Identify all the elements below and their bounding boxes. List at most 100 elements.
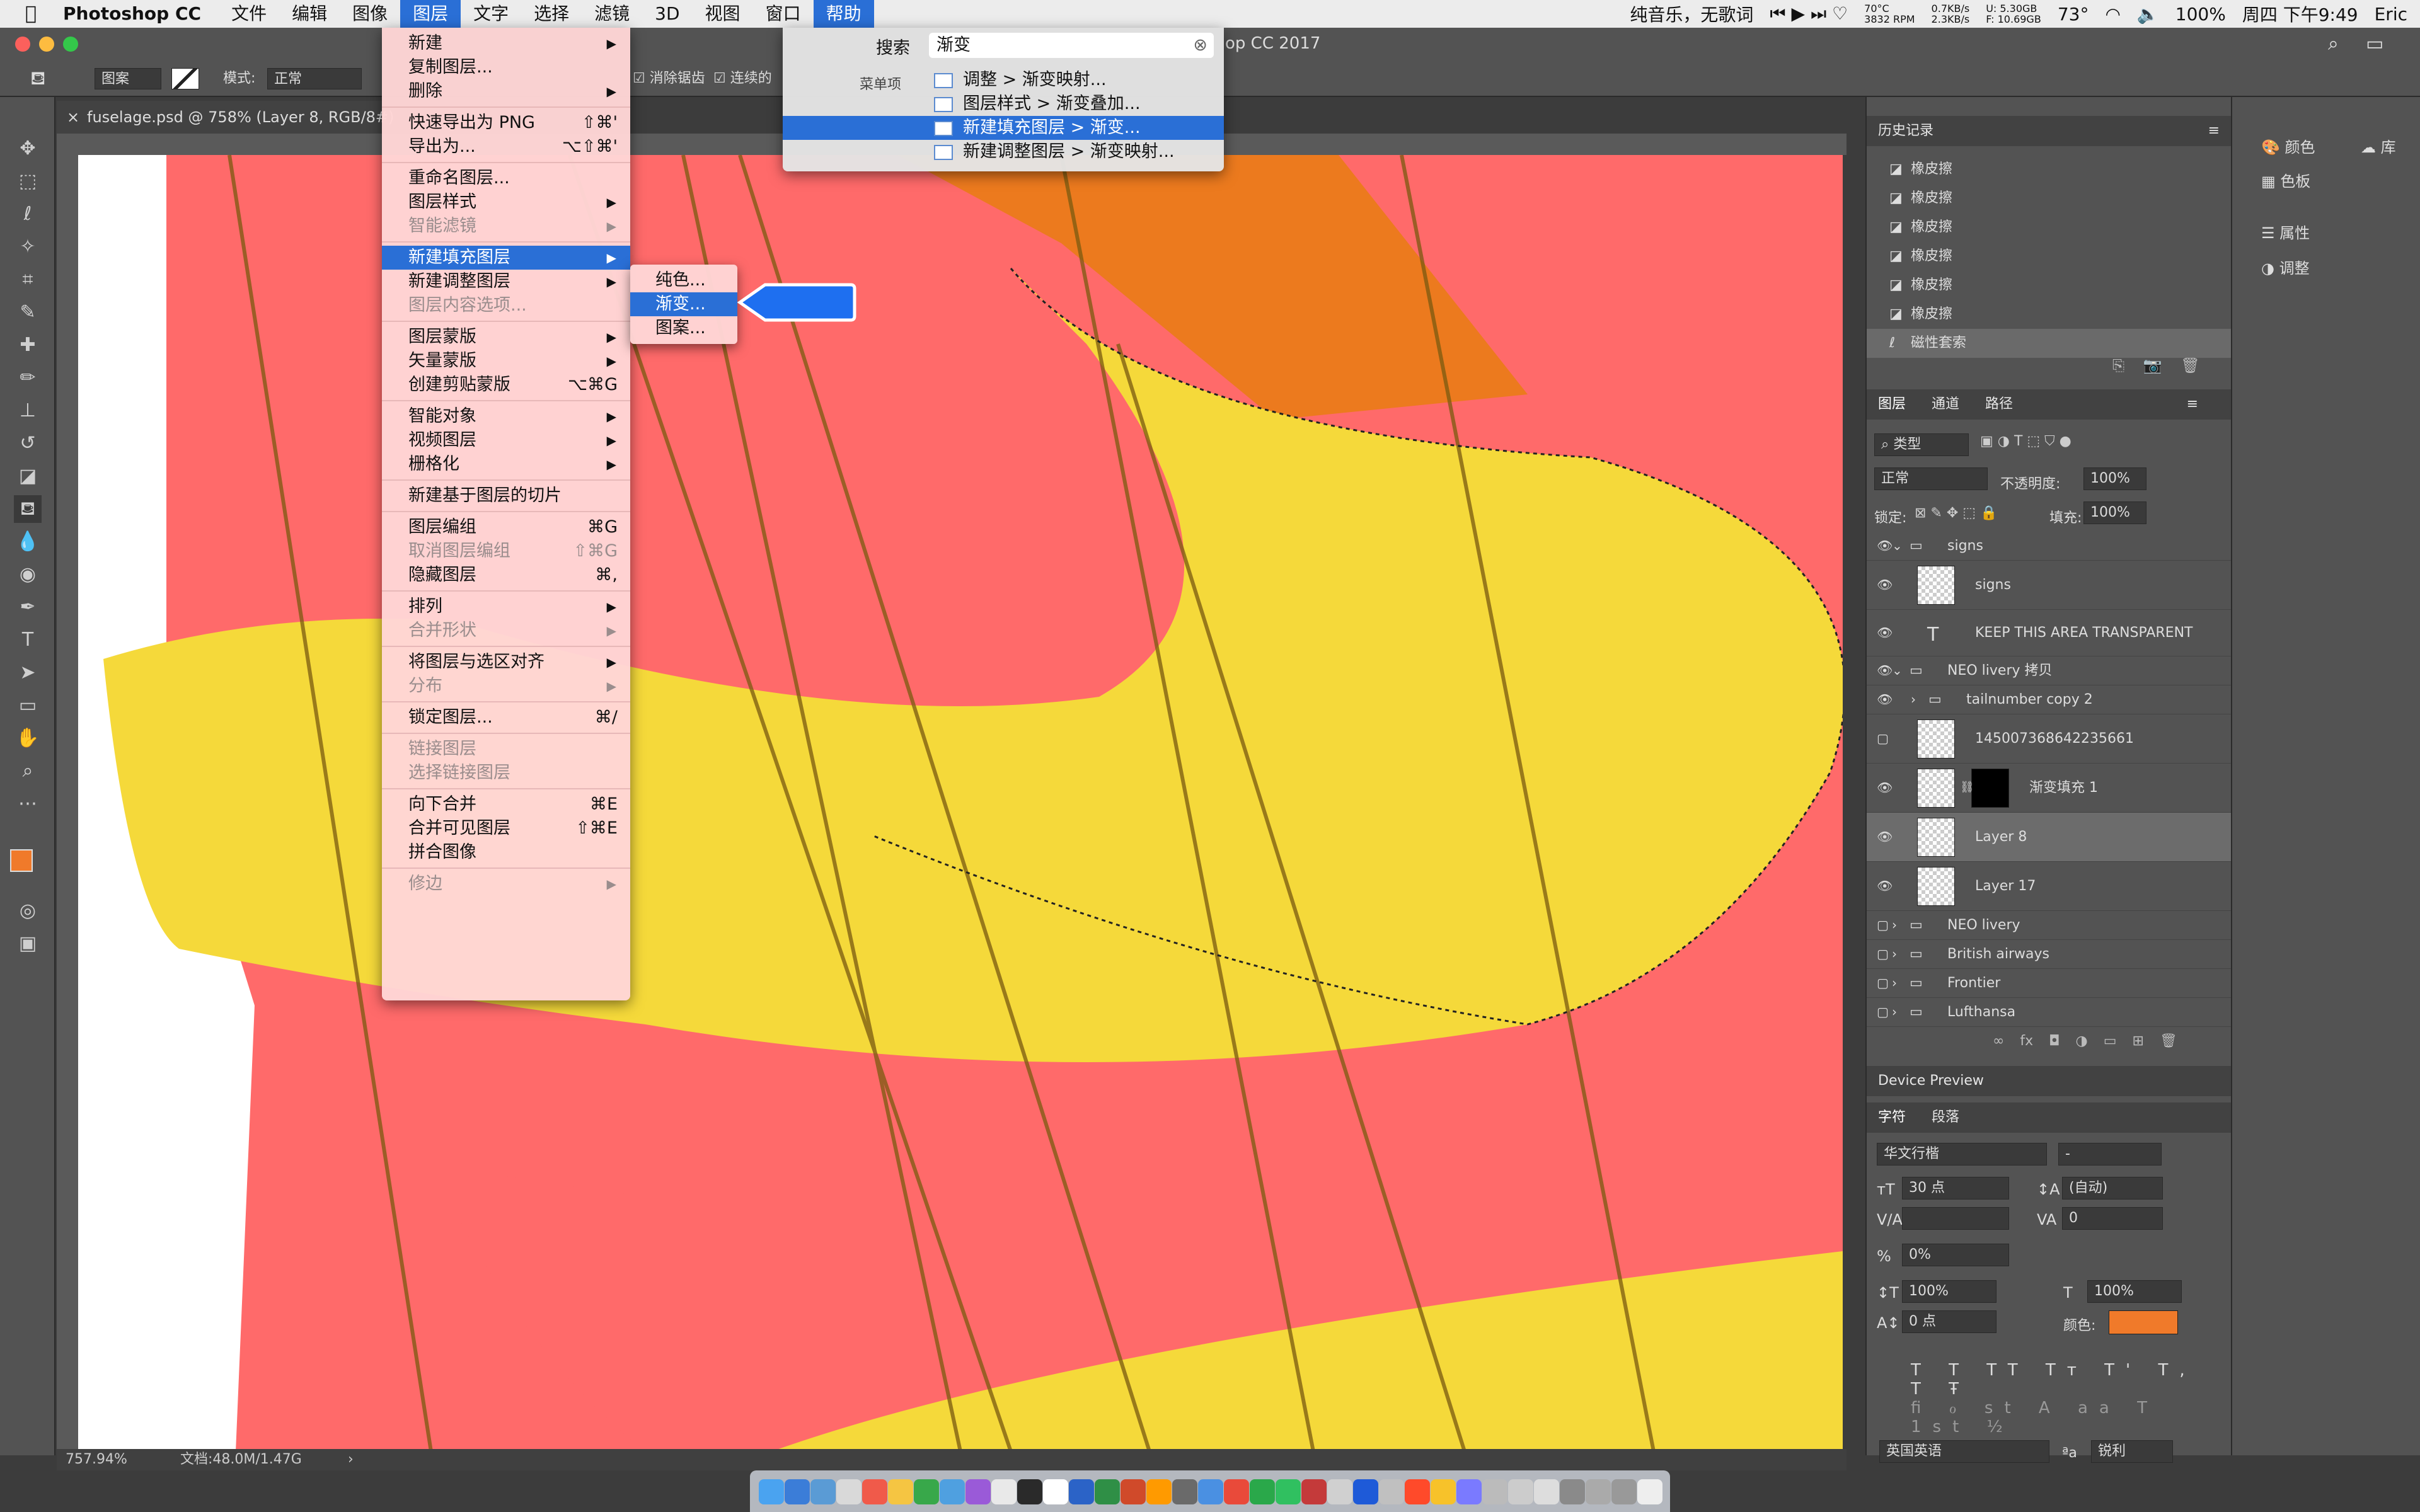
layer-menu-item[interactable]: 新建基于图层的切片 bbox=[382, 484, 630, 508]
zoom-tool-icon[interactable]: ⌕ bbox=[14, 757, 42, 785]
menu-file[interactable]: 文件 bbox=[219, 0, 279, 28]
eyedropper-icon[interactable]: ✎ bbox=[14, 299, 42, 326]
history-item[interactable]: ◪ 橡皮擦 bbox=[1867, 184, 2232, 213]
history-item[interactable]: ◪ 橡皮擦 bbox=[1867, 155, 2232, 184]
add-mask-icon[interactable]: ◘ bbox=[2049, 1033, 2060, 1049]
help-result-item[interactable]: 新建填充图层 > 渐变... bbox=[783, 116, 1224, 140]
dock-app-icon[interactable] bbox=[1586, 1479, 1611, 1504]
layer-menu-item[interactable]: 快速导出为 PNG ⇧⌘' bbox=[382, 111, 630, 135]
help-result-item[interactable]: 图层样式 > 渐变叠加... bbox=[783, 92, 1224, 116]
document-canvas[interactable] bbox=[78, 155, 1843, 1452]
paint-bucket-tool-icon[interactable]: ⛾ bbox=[14, 495, 42, 523]
media-controls[interactable]: ⏮ ▶ ⏭ ♡ bbox=[1770, 3, 1848, 25]
visibility-eye-icon[interactable]: 👁 bbox=[1877, 577, 1893, 592]
dock-app-icon[interactable] bbox=[1121, 1479, 1146, 1504]
link-layers-icon[interactable]: ∞ bbox=[1993, 1033, 2004, 1049]
dodge-tool-icon[interactable]: ◉ bbox=[14, 561, 42, 588]
visibility-eye-icon[interactable]: ▢ bbox=[1877, 917, 1893, 932]
layer-row[interactable]: ▢ › ▭ Frontier bbox=[1867, 969, 2232, 998]
dock-app-icon[interactable] bbox=[991, 1479, 1017, 1504]
dock-app-icon[interactable] bbox=[785, 1479, 810, 1504]
color-panel-button[interactable]: 🎨 颜色 bbox=[2261, 135, 2315, 157]
dock-app-icon[interactable] bbox=[914, 1479, 939, 1504]
lock-icons[interactable]: ⊠ ✎ ✥ ⬚ 🔒 bbox=[1915, 505, 1997, 521]
layer-menu-item[interactable]: 新建填充图层 ▶ bbox=[382, 246, 630, 270]
dock-app-icon[interactable] bbox=[1508, 1479, 1533, 1504]
dock-app-icon[interactable] bbox=[1379, 1479, 1404, 1504]
layer-menu-item[interactable]: 重命名图层... bbox=[382, 166, 630, 190]
adjustments-panel-button[interactable]: ◑ 调整 bbox=[2261, 256, 2310, 278]
help-result-item[interactable]: 调整 > 渐变映射... bbox=[783, 68, 1224, 92]
mode-select[interactable]: 正常 bbox=[267, 68, 362, 89]
zoom-readout[interactable]: 757.94% bbox=[66, 1449, 127, 1470]
delete-layer-icon[interactable]: 🗑 bbox=[2160, 1033, 2177, 1049]
workspace-icon[interactable]: ▭ bbox=[2366, 33, 2383, 55]
history-brush-icon[interactable]: ↺ bbox=[14, 430, 42, 457]
history-item[interactable]: ◪ 橡皮擦 bbox=[1867, 242, 2232, 271]
more-tools-icon[interactable]: ⋯ bbox=[14, 790, 42, 818]
group-chevron-icon[interactable]: › bbox=[1892, 975, 1897, 990]
menu-edit[interactable]: 编辑 bbox=[279, 0, 340, 28]
antialias-checkbox[interactable]: ☑ 消除锯齿 bbox=[633, 68, 705, 89]
leading-field[interactable]: (自动) bbox=[2062, 1177, 2163, 1200]
group-chevron-icon[interactable]: › bbox=[1892, 1004, 1897, 1019]
move-tool-icon[interactable]: ✥ bbox=[14, 135, 42, 163]
adjustment-layer-icon[interactable]: ◑ bbox=[2076, 1033, 2088, 1049]
pen-tool-icon[interactable]: ✒ bbox=[14, 593, 42, 621]
status-arrow-icon[interactable]: › bbox=[348, 1449, 354, 1470]
dock-app-icon[interactable] bbox=[1637, 1479, 1662, 1504]
visibility-eye-icon[interactable]: ▢ bbox=[1877, 946, 1893, 961]
new-doc-from-state-icon[interactable]: ⎘ bbox=[2112, 357, 2124, 374]
opacity-field[interactable]: 100% bbox=[2083, 467, 2146, 490]
blend-mode-select[interactable]: 正常 bbox=[1874, 467, 1988, 490]
apple-menu-icon[interactable]:  bbox=[0, 0, 50, 28]
visibility-eye-icon[interactable]: 👁 bbox=[1877, 692, 1893, 707]
text-color-swatch[interactable] bbox=[2109, 1310, 2178, 1334]
dock-app-icon[interactable] bbox=[1069, 1479, 1094, 1504]
dock-app-icon[interactable] bbox=[1043, 1479, 1068, 1504]
hand-tool-icon[interactable]: ✋ bbox=[14, 724, 42, 752]
dock-app-icon[interactable] bbox=[1353, 1479, 1378, 1504]
fill-submenu-item[interactable]: 图案... bbox=[630, 316, 737, 340]
minimize-window-button[interactable] bbox=[39, 37, 54, 52]
menu-window[interactable]: 窗口 bbox=[753, 0, 814, 28]
search-icon[interactable]: ⌕ bbox=[2328, 33, 2339, 55]
dock-app-icon[interactable] bbox=[1250, 1479, 1275, 1504]
horizontal-scale-field[interactable]: 100% bbox=[2087, 1280, 2182, 1303]
history-item[interactable]: ◪ 橡皮擦 bbox=[1867, 271, 2232, 300]
layer-menu-item[interactable]: 锁定图层... ⌘/ bbox=[382, 706, 630, 730]
dock-app-icon[interactable] bbox=[1327, 1479, 1352, 1504]
swatches-panel-button[interactable]: ▦ 色板 bbox=[2261, 169, 2310, 191]
baseline-field[interactable]: 0 点 bbox=[1902, 1310, 1997, 1333]
dock-app-icon[interactable] bbox=[1172, 1479, 1197, 1504]
dock-app-icon[interactable] bbox=[1095, 1479, 1120, 1504]
history-item[interactable]: ◪ 橡皮擦 bbox=[1867, 300, 2232, 329]
layer-menu-item[interactable]: 合并可见图层 ⇧⌘E bbox=[382, 816, 630, 840]
screen-mode-icon[interactable]: ▣ bbox=[14, 930, 42, 958]
history-item[interactable]: ◪ 橡皮擦 bbox=[1867, 213, 2232, 242]
history-panel-title[interactable]: 历史记录 bbox=[1878, 123, 1933, 139]
layer-row[interactable]: ▢ 145007368642235661 bbox=[1867, 714, 2232, 764]
visibility-eye-icon[interactable]: ▢ bbox=[1877, 1004, 1893, 1019]
menu-filter[interactable]: 滤镜 bbox=[582, 0, 642, 28]
opentype-buttons[interactable]: ﬁ ℴ st A aa T 1st ½ bbox=[1911, 1399, 2231, 1436]
brush-tool-icon[interactable]: ✏ bbox=[14, 364, 42, 392]
menu-view[interactable]: 视图 bbox=[693, 0, 753, 28]
zoom-window-button[interactable] bbox=[63, 37, 78, 52]
dock-app-icon[interactable] bbox=[1560, 1479, 1585, 1504]
fill-source-select[interactable]: 图案 bbox=[95, 68, 161, 89]
healing-brush-icon[interactable]: ✚ bbox=[14, 331, 42, 359]
quick-mask-icon[interactable]: ◎ bbox=[14, 897, 42, 925]
dock-app-icon[interactable] bbox=[862, 1479, 887, 1504]
layer-menu-item[interactable]: 拼合图像 bbox=[382, 840, 630, 864]
layer-menu-item[interactable]: 矢量蒙版 ▶ bbox=[382, 349, 630, 373]
menu-layer[interactable]: 图层 bbox=[400, 0, 461, 28]
history-item[interactable]: ℓ 磁性套索 bbox=[1867, 329, 2232, 358]
layer-menu-item[interactable]: 将图层与选区对齐 ▶ bbox=[382, 650, 630, 674]
clock[interactable]: 周四 下午9:49 bbox=[2242, 1, 2358, 26]
visibility-eye-icon[interactable]: 👁 bbox=[1877, 625, 1893, 640]
dock-app-icon[interactable] bbox=[1431, 1479, 1456, 1504]
group-chevron-icon[interactable]: › bbox=[1892, 946, 1897, 961]
marquee-tool-icon[interactable]: ⬚ bbox=[14, 168, 42, 195]
dock-app-icon[interactable] bbox=[810, 1479, 836, 1504]
